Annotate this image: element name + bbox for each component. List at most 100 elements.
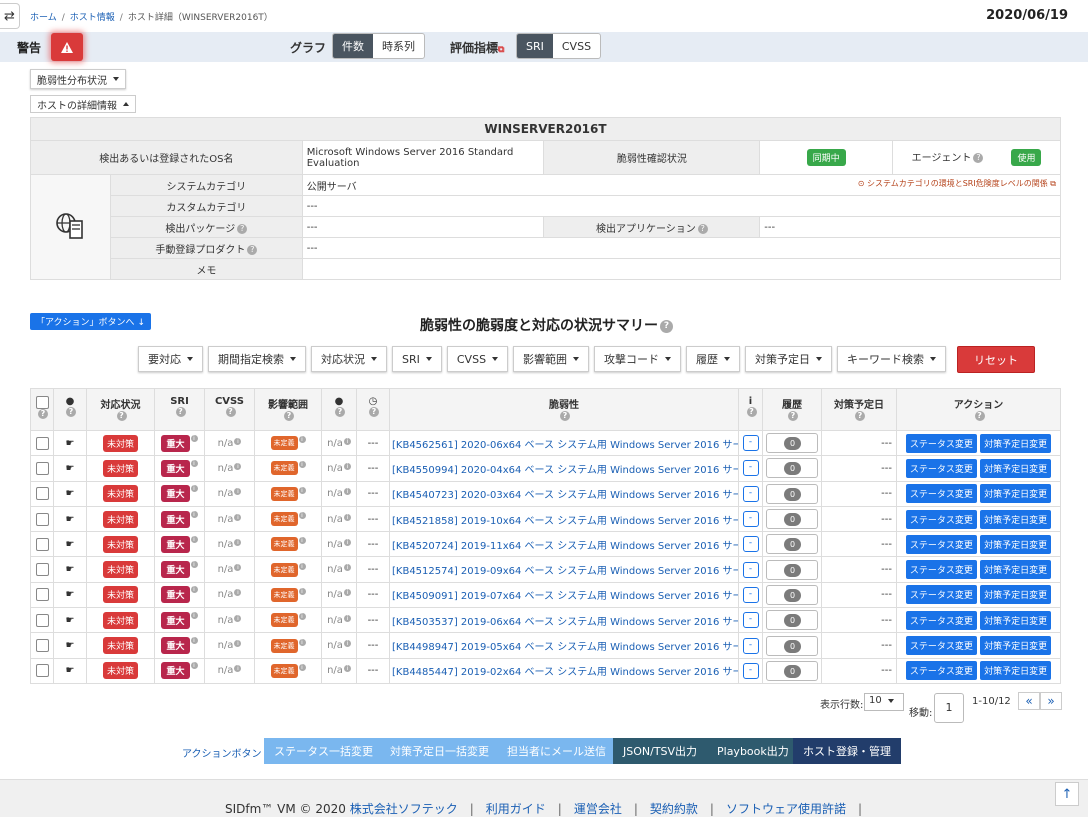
prev-page-button[interactable]: « <box>1018 692 1040 710</box>
filter-button-9[interactable]: キーワード検索 <box>837 346 947 372</box>
status-change-button[interactable]: ステータス変更 <box>905 509 977 529</box>
hand-pointer-icon[interactable]: ☛ <box>66 514 75 525</box>
info-icon[interactable]: i <box>190 561 198 569</box>
info-icon[interactable]: i <box>234 640 242 648</box>
info-icon[interactable]: i <box>190 485 198 493</box>
info-icon[interactable]: i <box>190 434 198 442</box>
metric-sri-option[interactable]: SRI <box>517 34 553 58</box>
info-icon[interactable]: i <box>343 589 351 597</box>
vuln-header[interactable]: 脆弱性? <box>389 388 739 431</box>
due-date-change-button[interactable]: 対策予定日変更 <box>980 433 1052 453</box>
breadcrumb-home[interactable]: ホーム <box>30 13 57 23</box>
status-change-button[interactable]: ステータス変更 <box>905 458 977 478</box>
help-icon[interactable]: ? <box>237 223 248 234</box>
hand-pointer-icon[interactable]: ☛ <box>66 640 75 651</box>
filter-button-3[interactable]: SRI <box>392 346 442 372</box>
row-checkbox[interactable] <box>35 639 49 653</box>
filter-button-1[interactable]: 期間指定検索 <box>208 346 306 372</box>
next-page-button[interactable]: » <box>1040 692 1062 710</box>
help-icon[interactable]: ? <box>225 407 236 417</box>
history-header[interactable]: 履歴? <box>762 388 822 431</box>
info-icon[interactable]: i <box>298 537 306 545</box>
info-icon[interactable]: i <box>234 437 242 445</box>
info-icon[interactable]: i <box>298 613 306 621</box>
info-icon[interactable]: i <box>343 437 351 445</box>
status-badge[interactable]: 未対策 <box>102 586 138 604</box>
history-button[interactable]: 0 <box>766 534 818 555</box>
status-badge[interactable]: 未対策 <box>102 611 138 629</box>
hand-pointer-icon[interactable]: ☛ <box>66 564 75 575</box>
status-change-button[interactable]: ステータス変更 <box>905 433 977 453</box>
info-icon[interactable]: i <box>190 510 198 518</box>
info-icon[interactable]: i <box>234 614 242 622</box>
hand-pointer-icon[interactable]: ☛ <box>66 463 75 474</box>
operator-link[interactable]: 運営会社 <box>574 802 622 816</box>
help-icon[interactable]: ? <box>369 407 379 417</box>
json-tsv-export-button[interactable]: JSON/TSV出力 <box>613 738 708 764</box>
external-link-icon[interactable]: ⧉ <box>498 45 504 55</box>
row-checkbox[interactable] <box>35 461 49 475</box>
status-badge[interactable]: 未対策 <box>102 662 138 680</box>
detail-toggle-button[interactable]: - <box>742 662 759 679</box>
info-icon[interactable]: i <box>298 587 306 595</box>
info-icon[interactable]: i <box>343 488 351 496</box>
impact-header[interactable]: 影響範囲? <box>254 388 322 431</box>
due-date-change-button[interactable]: 対策予定日変更 <box>980 509 1052 529</box>
distribution-dropdown[interactable]: 脆弱性分布状況 <box>30 69 126 89</box>
info-icon[interactable]: i <box>343 462 351 470</box>
info-icon[interactable]: i <box>190 459 198 467</box>
row-checkbox[interactable] <box>35 664 49 678</box>
vuln-link[interactable]: [KB4485447] 2019-02x64 ベース システム用 Windows… <box>389 657 739 684</box>
status-badge[interactable]: 未対策 <box>102 485 138 503</box>
info-icon[interactable]: i <box>298 486 306 494</box>
bulk-due-date-change-button[interactable]: 対策予定日一括変更 <box>380 738 499 764</box>
status-change-button[interactable]: ステータス変更 <box>905 661 977 681</box>
info-icon[interactable]: i <box>343 538 351 546</box>
system-category-link[interactable]: ⊙ システムカテゴリの環境とSRI危険度レベルの関係 ⧉ <box>858 178 1056 189</box>
filter-button-0[interactable]: 要対応 <box>138 346 203 372</box>
bulk-status-change-button[interactable]: ステータス一括変更 <box>264 738 383 764</box>
info-icon[interactable]: i <box>234 488 242 496</box>
history-button[interactable]: 0 <box>766 483 818 504</box>
status-change-button[interactable]: ステータス変更 <box>905 636 977 656</box>
system-category-link-text[interactable]: システムカテゴリの環境とSRI危険度レベルの関係 <box>867 179 1048 188</box>
hand-pointer-icon[interactable]: ☛ <box>66 539 75 550</box>
detail-toggle-button[interactable]: - <box>742 485 759 502</box>
info-icon[interactable]: i <box>234 538 242 546</box>
help-icon[interactable]: ? <box>175 407 186 417</box>
history-button[interactable]: 0 <box>766 433 818 454</box>
license-link[interactable]: ソフトウェア使用許諾 <box>726 802 846 816</box>
status-badge[interactable]: 未対策 <box>102 561 138 579</box>
host-detail-toggle[interactable]: ホストの詳細情報 <box>30 95 136 113</box>
page-input[interactable]: 1 <box>934 693 964 723</box>
due-header[interactable]: 対策予定日? <box>821 388 897 431</box>
info-icon[interactable]: i <box>234 513 242 521</box>
action-jump-button[interactable]: 「アクション」ボタンへ ↓ <box>30 313 151 330</box>
history-button[interactable]: 0 <box>766 635 818 656</box>
help-icon[interactable]: ? <box>660 319 673 333</box>
reset-button[interactable]: リセット <box>957 346 1036 373</box>
help-icon[interactable]: ? <box>284 411 294 421</box>
scroll-top-button[interactable]: ↑ <box>1055 782 1079 806</box>
info-icon[interactable]: i <box>190 637 198 645</box>
info-icon[interactable]: i <box>234 589 242 597</box>
warning-button[interactable] <box>51 33 83 61</box>
vuln-link[interactable]: [KB4562561] 2020-06x64 ベース システム用 Windows… <box>389 429 739 457</box>
due-date-change-button[interactable]: 対策予定日変更 <box>980 585 1052 605</box>
vuln-link[interactable]: [KB4520724] 2019-11x64 ベース システム用 Windows… <box>389 531 739 558</box>
detail-toggle-button[interactable]: - <box>742 586 759 603</box>
status-change-button[interactable]: ステータス変更 <box>905 585 977 605</box>
graph-count-option[interactable]: 件数 <box>333 34 373 58</box>
cvss-header[interactable]: CVSS? <box>204 388 255 431</box>
history-button[interactable]: 0 <box>766 584 818 605</box>
exploit-header[interactable]: ●? <box>321 388 357 431</box>
info-icon[interactable]: i <box>343 640 351 648</box>
info-icon[interactable]: i <box>190 586 198 594</box>
status-change-button[interactable]: ステータス変更 <box>905 560 977 580</box>
due-date-change-button[interactable]: 対策予定日変更 <box>980 560 1052 580</box>
due-date-change-button[interactable]: 対策予定日変更 <box>980 458 1052 478</box>
detail-toggle-button[interactable]: - <box>742 561 759 578</box>
help-icon[interactable]: ? <box>974 411 985 421</box>
status-badge[interactable]: 未対策 <box>102 434 138 452</box>
due-date-change-button[interactable]: 対策予定日変更 <box>980 661 1052 681</box>
